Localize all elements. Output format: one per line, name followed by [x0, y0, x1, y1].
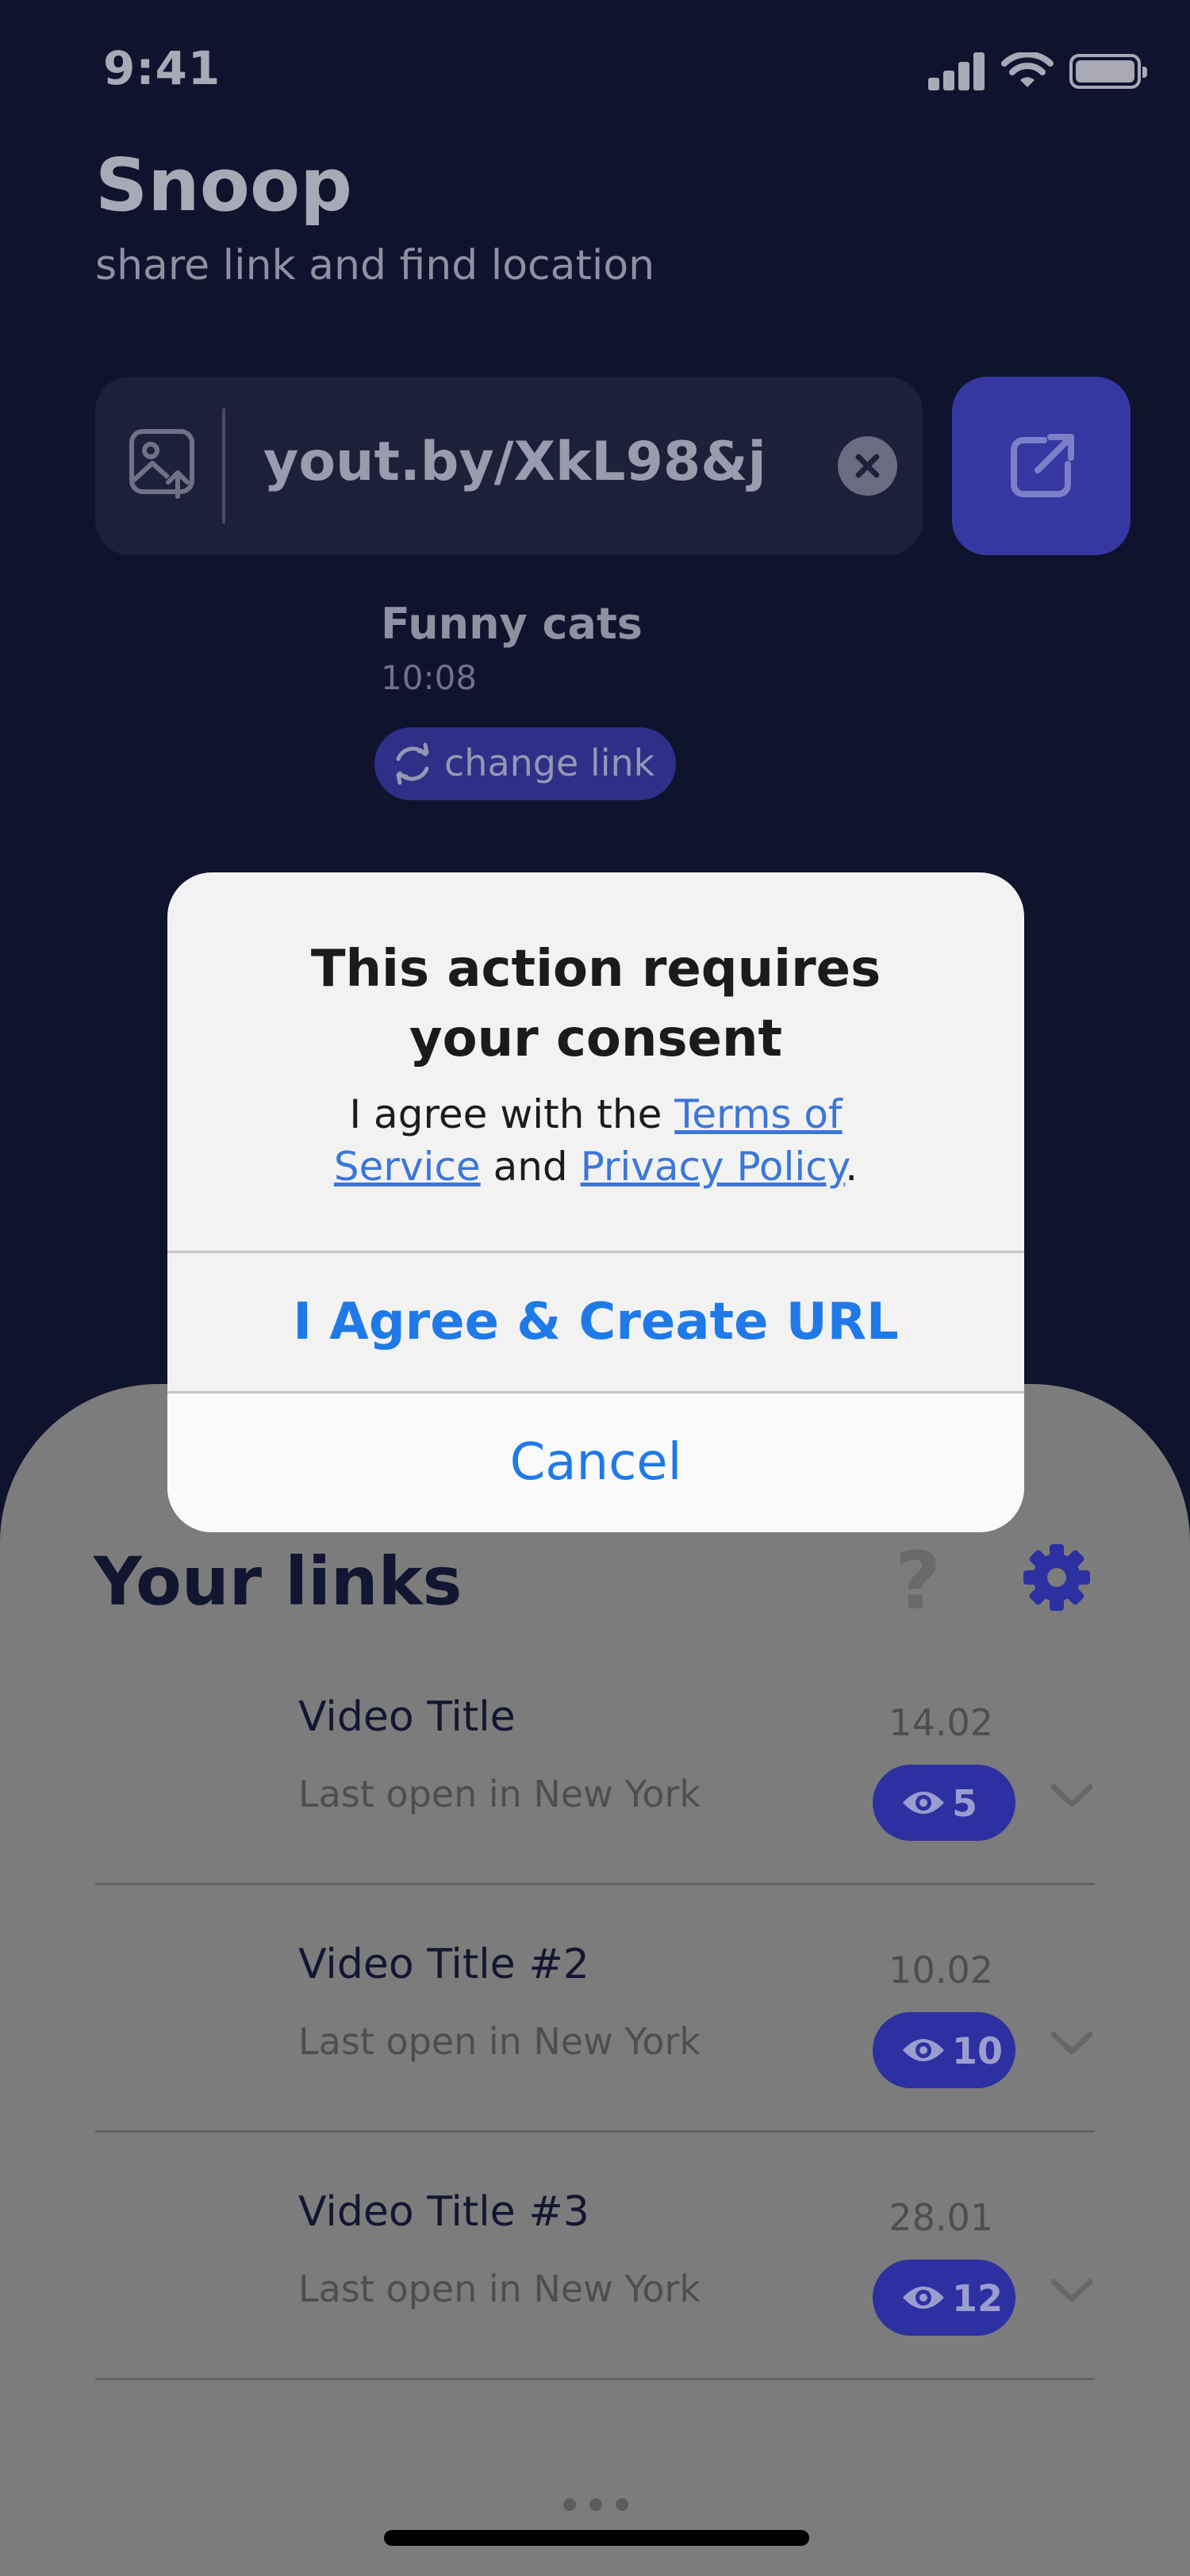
link-row-date: 28.01 [889, 2196, 993, 2239]
refresh-icon [396, 742, 429, 785]
eye-icon [903, 1792, 944, 1814]
app-subtitle: share link and find location [95, 242, 655, 289]
alert-message-prefix: I agree with the [349, 1091, 675, 1137]
views-count: 5 [952, 1782, 978, 1825]
link-row-title: Video Title #2 [298, 1941, 589, 1988]
privacy-policy-link[interactable]: Privacy Policy [581, 1144, 846, 1190]
link-row-date: 10.02 [889, 1949, 993, 1991]
chevron-down-icon[interactable] [1049, 1781, 1095, 1812]
views-badge: 12 [873, 2260, 1015, 2336]
eye-icon [903, 2039, 944, 2061]
link-input-value[interactable]: yout.by/XkL98&j [263, 431, 766, 493]
alert-message-middle: and [480, 1144, 581, 1190]
app-title: Snoop [95, 143, 353, 228]
change-link-button[interactable]: change link [374, 727, 676, 800]
alert-message-suffix: . [845, 1144, 858, 1190]
home-indicator[interactable] [384, 2530, 809, 2546]
link-input-field[interactable]: yout.by/XkL98&j [95, 377, 923, 555]
cancel-button[interactable]: Cancel [167, 1393, 1024, 1532]
link-row[interactable]: Video Title #2 Last open in New York 10.… [95, 1885, 1095, 2133]
link-row-title: Video Title #3 [298, 2188, 589, 2236]
gear-icon[interactable] [1022, 1543, 1092, 1612]
agree-create-url-button[interactable]: I Agree & Create URL [167, 1253, 1024, 1391]
link-row-location: Last open in New York [298, 2267, 701, 2310]
status-time: 9:41 [103, 41, 221, 95]
chevron-down-icon[interactable] [1049, 2028, 1095, 2060]
wifi-icon [1001, 52, 1054, 87]
clear-icon[interactable] [838, 436, 897, 496]
change-link-label: change link [444, 742, 655, 784]
views-badge: 5 [873, 1765, 1015, 1841]
field-divider [222, 408, 225, 523]
image-upload-icon[interactable] [129, 428, 197, 500]
views-count: 12 [952, 2277, 1004, 2320]
sheet-title: Your links [94, 1543, 463, 1620]
more-dots-icon[interactable] [563, 2498, 628, 2511]
share-link-button[interactable] [952, 377, 1130, 555]
external-link-icon [1011, 434, 1074, 497]
views-count: 10 [952, 2030, 1004, 2072]
battery-icon [1069, 54, 1147, 89]
link-row-location: Last open in New York [298, 1773, 701, 1815]
video-title: Funny cats [381, 599, 643, 649]
consent-alert: This action requires your consent I agre… [167, 872, 1024, 1532]
video-time: 10:08 [381, 658, 478, 697]
link-row[interactable]: Video Title Last open in New York 14.02 … [95, 1638, 1095, 1885]
link-row-location: Last open in New York [298, 2020, 701, 2063]
link-row-title: Video Title [298, 1693, 516, 1741]
eye-icon [903, 2287, 944, 2309]
alert-message: I agree with the Terms of Service and Pr… [167, 1088, 1024, 1193]
link-row-date: 14.02 [889, 1701, 993, 1744]
help-icon[interactable]: ? [895, 1535, 941, 1627]
cellular-signal-icon [928, 52, 985, 90]
views-badge: 10 [873, 2012, 1015, 2088]
your-links-sheet: Your links ? Video Title Last open in Ne… [0, 1384, 1190, 2576]
chevron-down-icon[interactable] [1049, 2275, 1095, 2307]
alert-title: This action requires your consent [310, 940, 881, 1068]
link-row[interactable]: Video Title #3 Last open in New York 28.… [95, 2133, 1095, 2380]
status-icons [928, 51, 1147, 90]
